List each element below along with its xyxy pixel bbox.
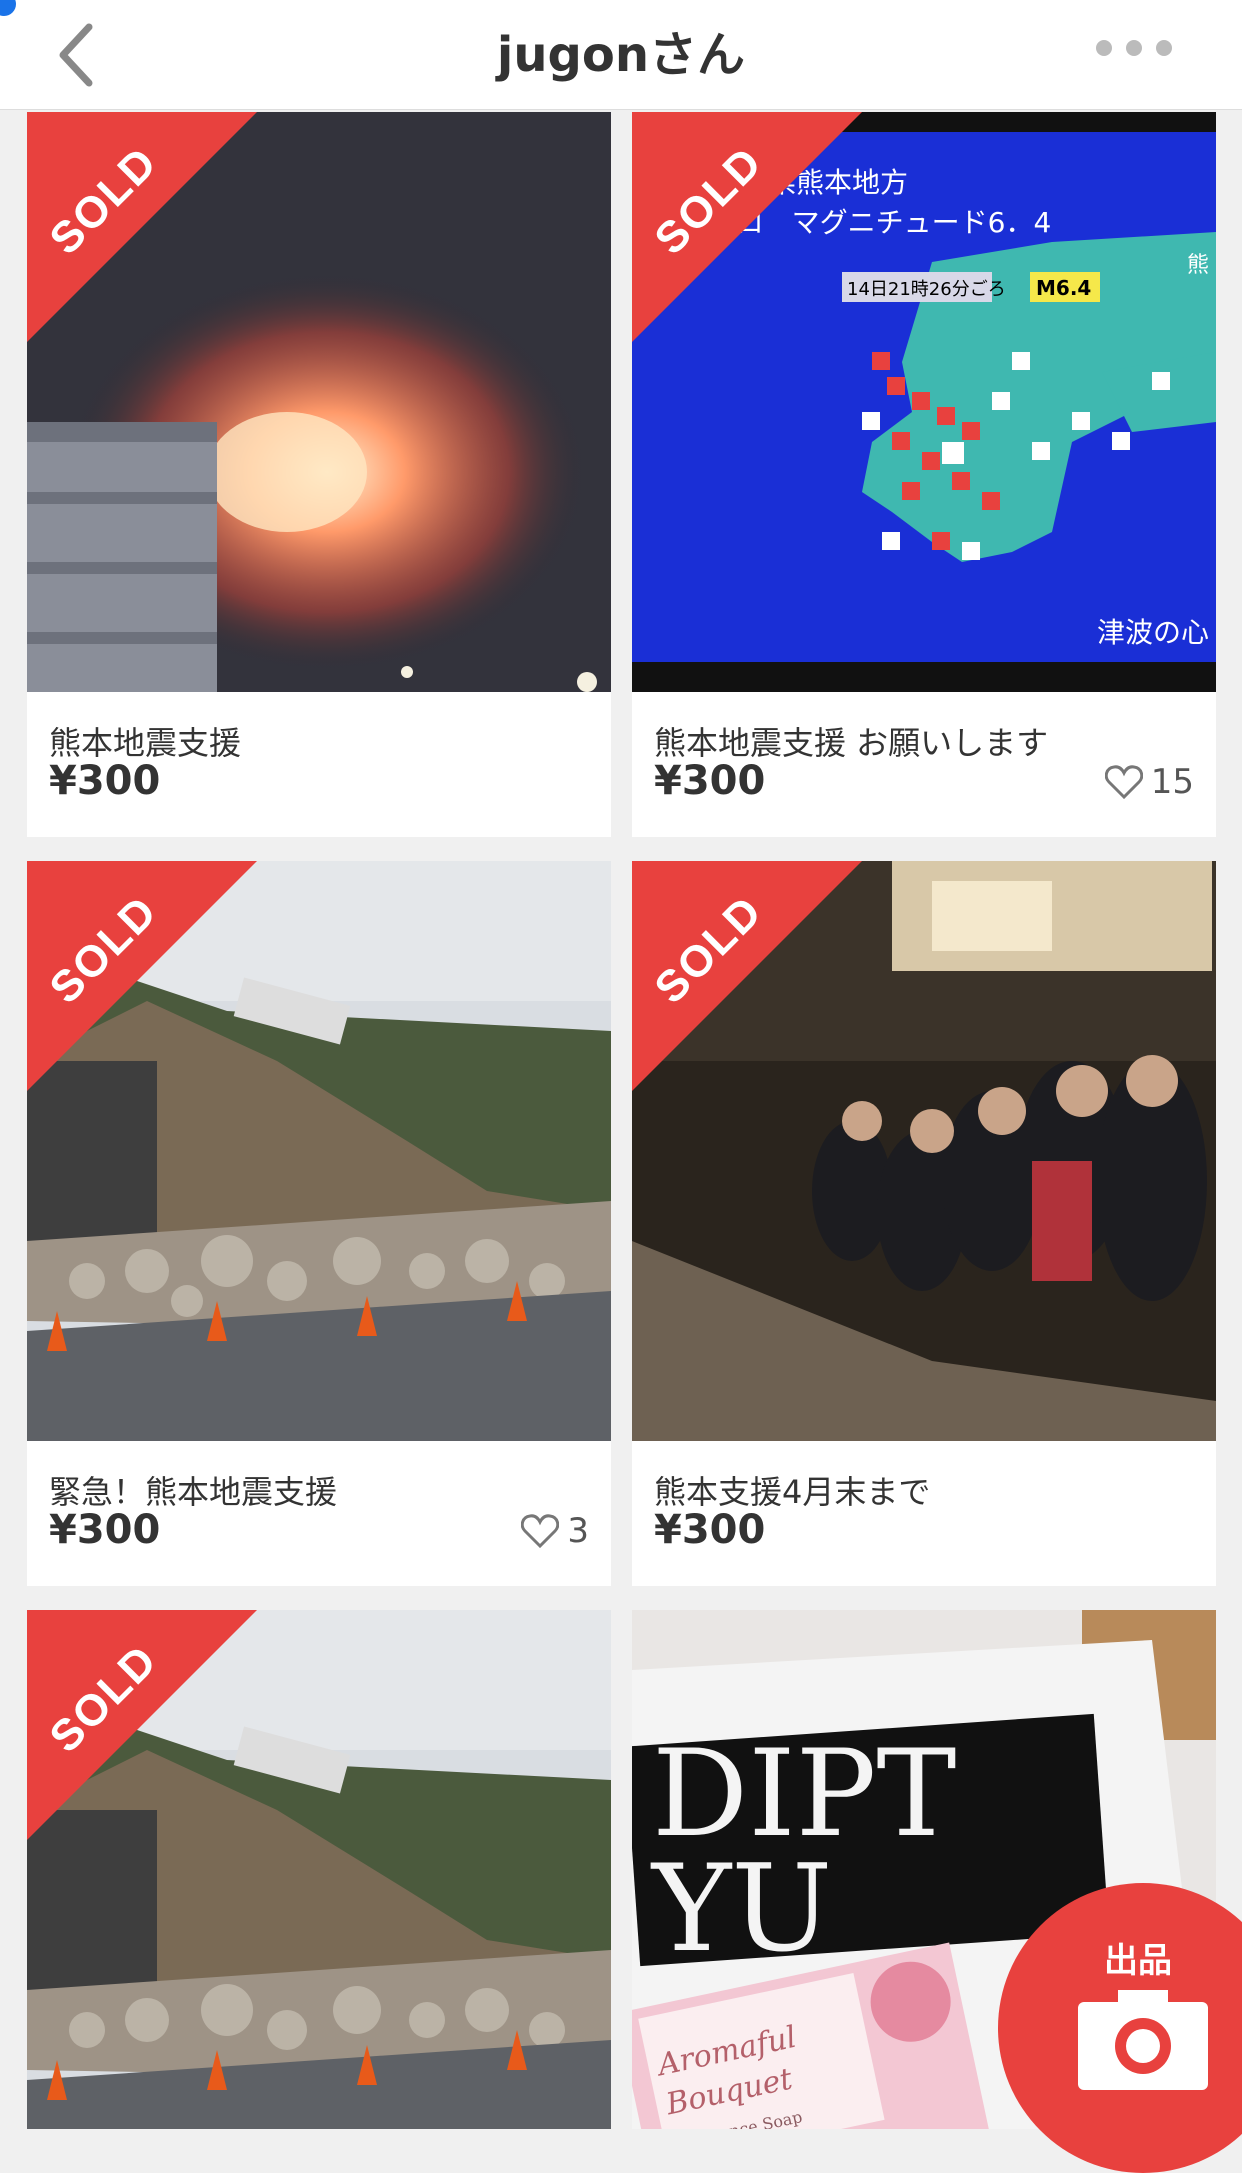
item-info: 熊本支援4月末まで ¥300 xyxy=(632,1441,1216,1586)
item-info: 熊本地震支援 ¥300 xyxy=(27,692,611,837)
item-info: 緊急！熊本地震支援 ¥300 3 xyxy=(27,1441,611,1586)
tv-corner: 熊 xyxy=(1187,253,1209,278)
like-count[interactable]: 3 xyxy=(521,1511,589,1551)
item-price: ¥300 xyxy=(654,1507,766,1553)
tv-tsunami: 津波の心 xyxy=(1097,616,1209,649)
heart-icon xyxy=(1104,765,1143,799)
dot-icon xyxy=(1156,40,1172,56)
page-title: jugonさん xyxy=(496,27,746,83)
item-card[interactable]: SOLD 緊急！熊本地震支援 ¥300 3 xyxy=(27,861,611,1586)
like-number: 3 xyxy=(567,1511,589,1551)
sell-button-label: 出品 xyxy=(1104,1941,1172,1981)
camera-icon xyxy=(1078,1990,1208,2090)
item-card[interactable]: SOLD 熊本支援4月末まで ¥300 xyxy=(632,861,1216,1586)
tv-time: 14日21時26分ごろ xyxy=(847,279,1006,300)
like-count[interactable]: 15 xyxy=(1104,762,1194,802)
dot-icon xyxy=(1096,40,1112,56)
item-card[interactable]: 熊本県熊本地方 10キロ マグニチュード6．4 14日21時26分ごろ M6.4… xyxy=(632,112,1216,837)
item-card[interactable]: SOLD xyxy=(27,1610,611,2129)
item-price: ¥300 xyxy=(49,1507,161,1553)
more-options-button[interactable] xyxy=(1096,40,1172,56)
nav-header: jugonさん xyxy=(0,0,1242,110)
bag-text-2: YU xyxy=(650,1840,832,1979)
dot-icon xyxy=(1126,40,1142,56)
item-price: ¥300 xyxy=(49,758,161,804)
item-info: 熊本地震支援 お願いします ¥300 15 xyxy=(632,692,1216,837)
heart-icon xyxy=(521,1514,560,1548)
item-card[interactable]: SOLD 熊本地震支援 ¥300 xyxy=(27,112,611,837)
like-number: 15 xyxy=(1150,762,1194,802)
item-price: ¥300 xyxy=(654,758,766,804)
tv-mag: M6.4 xyxy=(1036,276,1091,300)
status-indicator xyxy=(0,0,16,16)
